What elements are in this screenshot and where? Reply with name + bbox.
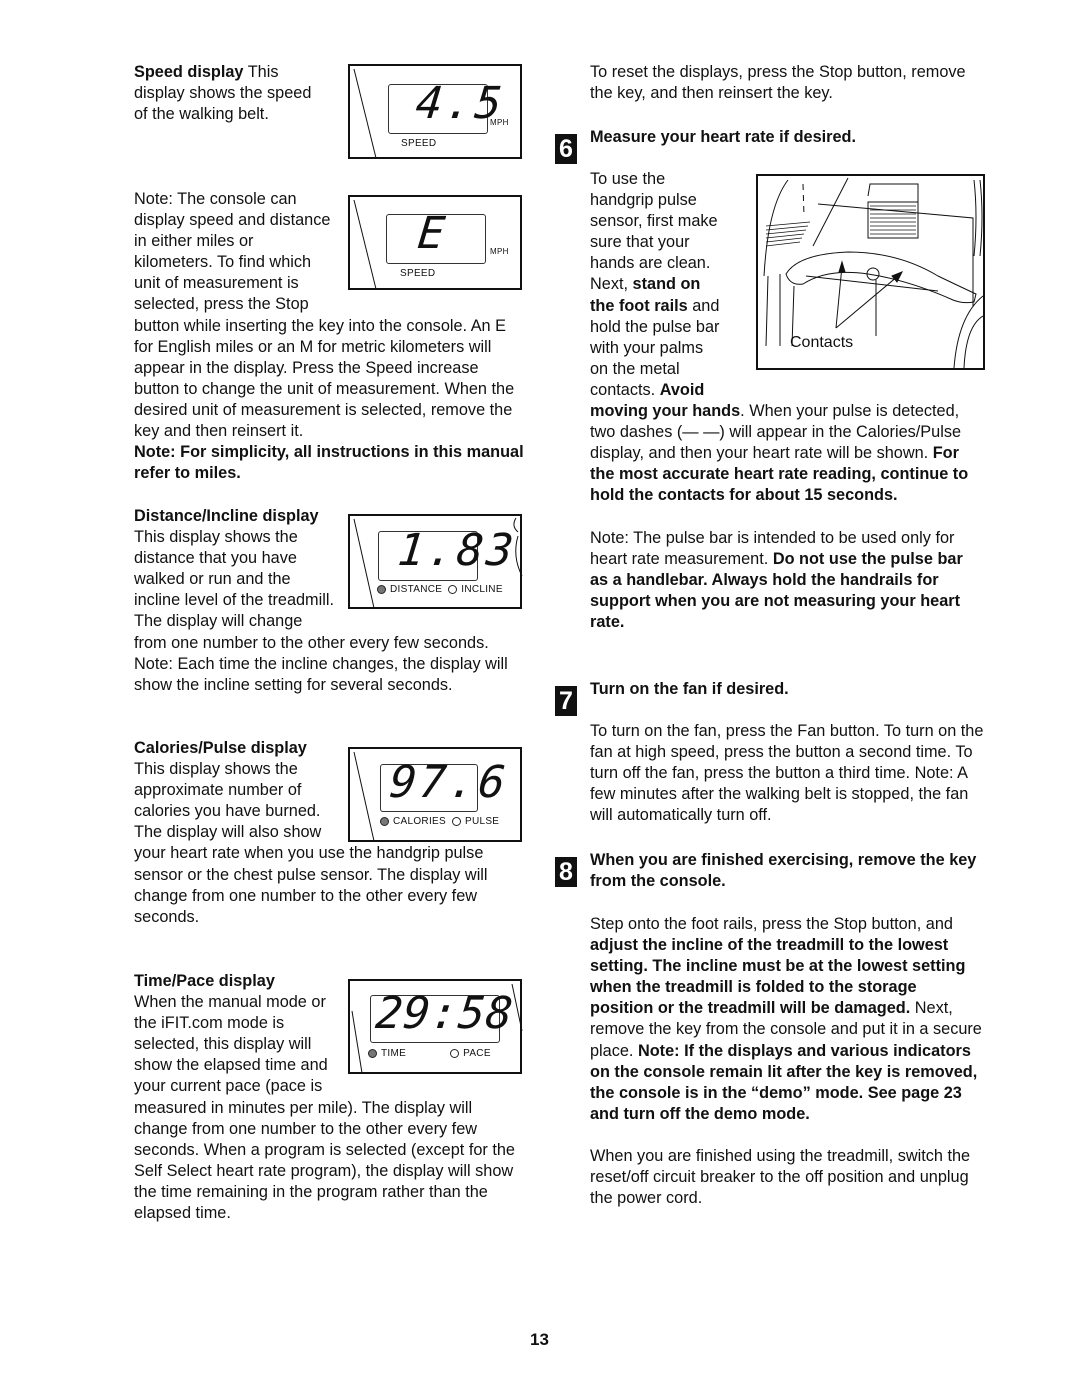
- time-title: Time/Pace display: [134, 972, 275, 990]
- pace-indicator-label: PACE: [463, 1048, 491, 1059]
- distance-led-on-icon: [377, 585, 386, 594]
- incline-led-off-icon: [448, 585, 458, 594]
- calories-led-on-icon: [380, 817, 389, 826]
- pulse-led-off-icon: [451, 817, 461, 826]
- distance-indicators: DISTANCE INCLINE: [377, 584, 503, 595]
- time-value: 29:58: [373, 988, 517, 1039]
- step-7-badge: 7: [555, 686, 577, 716]
- unit-unit: MPH: [490, 247, 509, 256]
- distance-value: 1.83: [395, 525, 519, 576]
- calories-indicator-label: CALORIES: [393, 816, 446, 827]
- speed-section: Speed display This display shows the spe…: [134, 62, 324, 125]
- speed-title: Speed display: [134, 63, 244, 81]
- time-led-on-icon: [368, 1049, 377, 1058]
- calories-display-figure: 97.6 CALORIES PULSE: [348, 747, 522, 842]
- text-run: Step onto the foot rails, press the Stop…: [590, 915, 953, 933]
- time-display-figure: 29:58 TIME PACE: [348, 979, 523, 1074]
- speed-display-figure: 4.5 MPH SPEED: [348, 64, 522, 159]
- distance-title: Distance/Incline display: [134, 507, 319, 525]
- step-7-body: To turn on the fan, press the Fan button…: [590, 722, 984, 825]
- calories-value: 97.6: [387, 757, 511, 808]
- distance-display-figure: 1.83 DISTANCE INCLINE: [348, 514, 523, 609]
- speed-label: SPEED: [401, 138, 437, 149]
- incline-indicator-label: INCLINE: [461, 584, 503, 595]
- pulse-bar-contacts-illustration: Contacts: [756, 174, 985, 370]
- reset-text: To reset the displays, press the Stop bu…: [590, 63, 966, 103]
- pace-led-off-icon: [450, 1049, 460, 1058]
- units-note-bold-text: Note: For simplicity, all instructions i…: [134, 443, 524, 483]
- step-8-badge: 8: [555, 857, 577, 887]
- units-note-bold: Note: For simplicity, all instructions i…: [134, 442, 526, 484]
- text-run-bold: Note: If the displays and various indica…: [590, 1041, 978, 1123]
- speed-unit: MPH: [490, 118, 509, 127]
- calories-indicators: CALORIES PULSE: [380, 816, 499, 827]
- unit-display-figure: E MPH SPEED: [348, 195, 522, 290]
- step-8-paragraph-1: Step onto the foot rails, press the Stop…: [590, 914, 984, 1125]
- step-6-paragraph-2: Note: The pulse bar is intended to be us…: [590, 528, 984, 633]
- distance-indicator-label: DISTANCE: [390, 584, 443, 595]
- step-7-title: Turn on the fan if desired.: [590, 680, 789, 698]
- calories-title: Calories/Pulse display: [134, 739, 307, 757]
- unit-label: SPEED: [400, 268, 436, 279]
- reset-text-block: To reset the displays, press the Stop bu…: [590, 62, 984, 104]
- page-number: 13: [530, 1330, 549, 1349]
- step-6-title: Measure your heart rate if desired.: [590, 128, 857, 146]
- unit-value: E: [415, 208, 451, 259]
- step-8-paragraph-2: When you are finished using the treadmil…: [590, 1146, 971, 1208]
- time-indicator-label: TIME: [381, 1048, 407, 1059]
- time-indicators: TIME PACE: [368, 1048, 498, 1059]
- step-6-badge: 6: [555, 134, 577, 164]
- pulse-indicator-label: PULSE: [464, 816, 500, 827]
- step-8-body: Step onto the foot rails, press the Stop…: [590, 914, 984, 1209]
- step-8-title: When you are finished exercising, remove…: [590, 851, 977, 891]
- contacts-label: Contacts: [790, 334, 854, 351]
